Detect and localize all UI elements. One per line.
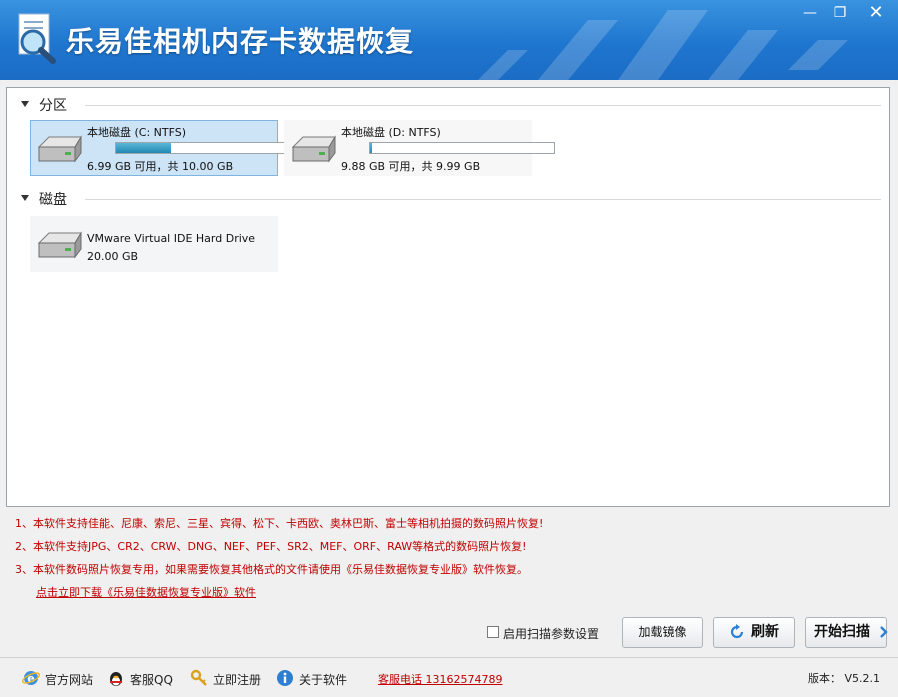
start-scan-button[interactable]: 开始扫描 (805, 617, 888, 648)
refresh-icon (730, 624, 744, 639)
usage-bar-fill (370, 143, 373, 153)
app-logo-icon (18, 13, 56, 64)
minimize-button[interactable]: — (796, 2, 824, 24)
maximize-button[interactable]: ❐ (826, 2, 854, 24)
partition-name: 本地磁盘 (D: NTFS) (341, 126, 441, 139)
info-icon (277, 670, 293, 686)
hard-drive-icon (37, 135, 82, 163)
usage-bar (369, 142, 555, 154)
partition-name: 本地磁盘 (C: NTFS) (87, 126, 187, 139)
partition-item-c[interactable]: 本地磁盘 (C: NTFS) 6.99 GB 可用，共 10.00 GB (30, 120, 301, 176)
section-divider (85, 105, 881, 106)
hard-drive-icon (291, 135, 336, 163)
version-text: 版本： V5.2.1 (808, 672, 881, 685)
usage-bar-fill (116, 143, 172, 153)
collapse-arrow-icon (21, 101, 29, 107)
partition-item-d[interactable]: 本地磁盘 (D: NTFS) 9.88 GB 可用，共 9.99 GB (284, 120, 555, 176)
partition-summary: 9.88 GB 可用，共 9.99 GB (341, 160, 481, 173)
scan-settings-checkbox[interactable] (487, 626, 499, 638)
load-image-label: 加载镜像 (638, 625, 687, 639)
scan-settings-label: 启用扫描参数设置 (503, 627, 600, 641)
close-button[interactable]: ✕ (862, 2, 890, 24)
hard-drive-icon (37, 231, 82, 259)
disks-section-label: 磁盘 (39, 192, 67, 208)
usage-bar (115, 142, 301, 154)
footer-divider (0, 657, 898, 658)
start-scan-label: 开始扫描 (814, 624, 870, 640)
note-3: 3、本软件数码照片恢复专用，如果需要恢复其他格式的文件请使用《乐易佳数据恢复专业… (15, 563, 528, 576)
partitions-section-label: 分区 (39, 98, 67, 114)
disk-summary: 20.00 GB (87, 250, 139, 263)
register-label: 立即注册 (213, 673, 262, 687)
title-bar: 乐易佳相机内存卡数据恢复 — ❐ ✕ (0, 0, 898, 80)
ie-globe-icon: e (22, 671, 40, 685)
partitions-section-header[interactable]: 分区 (21, 95, 881, 115)
disks-section-header[interactable]: 磁盘 (21, 189, 881, 209)
key-icon (190, 669, 207, 686)
chevron-right-icon (880, 626, 888, 638)
partition-summary: 6.99 GB 可用，共 10.00 GB (87, 160, 234, 173)
note-2: 2、本软件支持JPG、CR2、CRW、DNG、NEF、PEF、SR2、MEF、O… (15, 540, 527, 553)
collapse-arrow-icon (21, 195, 29, 201)
about-label: 关于软件 (299, 673, 348, 687)
website-label: 官方网站 (45, 673, 94, 687)
penguin-icon (110, 672, 122, 686)
section-divider (85, 199, 881, 200)
disk-item-vmware[interactable]: VMware Virtual IDE Hard Drive 20.00 GB (30, 216, 278, 272)
refresh-button[interactable]: 刷新 (713, 617, 795, 648)
qq-label: 客服QQ (130, 673, 173, 687)
note-1: 1、本软件支持佳能、尼康、索尼、三星、宾得、松下、卡西欧、奥林巴斯、富士等相机拍… (15, 517, 544, 530)
disk-name: VMware Virtual IDE Hard Drive (87, 232, 256, 245)
device-panel: 分区 本地磁盘 (C: NTFS) 6.99 GB 可用，共 10.00 GB … (6, 87, 890, 507)
hotline-link[interactable]: 客服电话 13162574789 (378, 671, 502, 687)
download-pro-link[interactable]: 点击立即下载《乐易佳数据恢复专业版》软件 (36, 584, 256, 600)
app-title: 乐易佳相机内存卡数据恢复 (66, 25, 415, 58)
refresh-label: 刷新 (751, 624, 779, 640)
load-image-button[interactable]: 加载镜像 (622, 617, 703, 648)
